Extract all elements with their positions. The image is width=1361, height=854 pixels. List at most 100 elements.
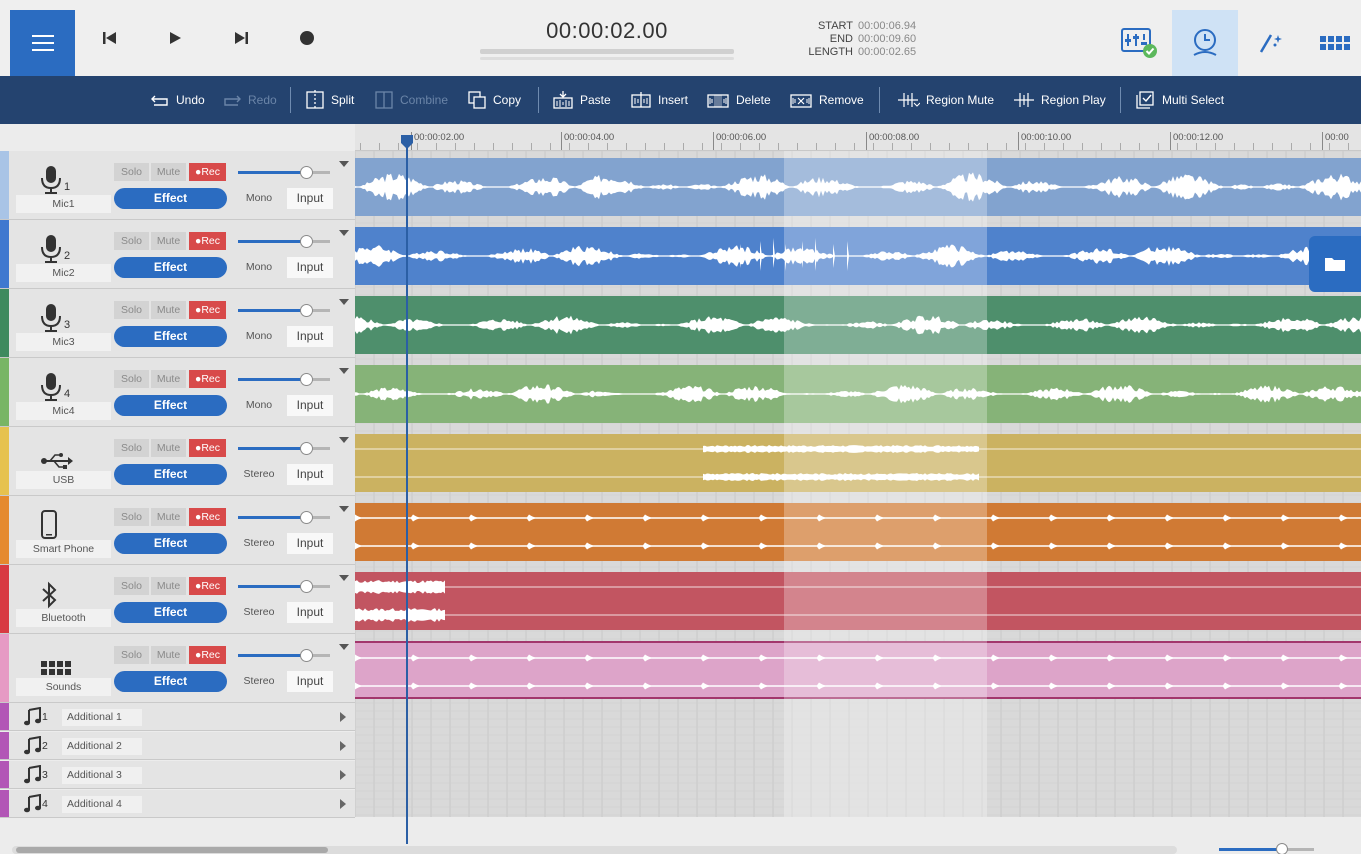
audio-clip[interactable] xyxy=(355,434,1361,492)
additional-track-name[interactable]: Additional 4 xyxy=(62,796,142,813)
expand-arrow-icon[interactable] xyxy=(340,770,346,780)
solo-button[interactable]: Solo xyxy=(114,163,149,181)
remove-button[interactable]: Remove xyxy=(789,76,864,124)
hamburger-menu-icon[interactable] xyxy=(10,10,75,76)
audio-clip[interactable] xyxy=(355,227,1361,285)
playhead-handle[interactable] xyxy=(401,135,413,149)
rec-button[interactable]: ●Rec xyxy=(189,301,226,319)
insert-button[interactable]: Insert xyxy=(630,76,688,124)
volume-fader[interactable] xyxy=(238,235,330,248)
track-name[interactable]: Sounds xyxy=(16,678,111,696)
skip-back-icon[interactable] xyxy=(98,26,122,50)
mute-button[interactable]: Mute xyxy=(151,646,186,664)
clock-icon[interactable] xyxy=(1172,10,1238,76)
solo-button[interactable]: Solo xyxy=(114,646,149,664)
volume-fader[interactable] xyxy=(238,166,330,179)
effect-button[interactable]: Effect xyxy=(114,671,227,692)
track-menu-dropdown-icon[interactable] xyxy=(339,575,349,581)
folder-icon[interactable] xyxy=(1309,236,1361,292)
track-name[interactable]: USB xyxy=(16,471,111,489)
track-lane-bluetooth[interactable] xyxy=(355,565,1361,634)
rec-button[interactable]: ●Rec xyxy=(189,163,226,181)
track-lane-sounds[interactable] xyxy=(355,634,1361,703)
input-button[interactable]: Input xyxy=(287,395,333,416)
track-menu-dropdown-icon[interactable] xyxy=(339,230,349,236)
volume-fader-knob[interactable] xyxy=(300,373,313,386)
input-button[interactable]: Input xyxy=(287,533,333,554)
solo-button[interactable]: Solo xyxy=(114,508,149,526)
effect-button[interactable]: Effect xyxy=(114,326,227,347)
volume-fader[interactable] xyxy=(238,442,330,455)
rec-button[interactable]: ●Rec xyxy=(189,508,226,526)
volume-fader[interactable] xyxy=(238,580,330,593)
input-button[interactable]: Input xyxy=(287,464,333,485)
track-lane-usb[interactable] xyxy=(355,427,1361,496)
volume-fader-knob[interactable] xyxy=(300,235,313,248)
mute-button[interactable]: Mute xyxy=(151,508,186,526)
volume-fader-knob[interactable] xyxy=(300,649,313,662)
additional-track-header[interactable]: 1 Additional 1 xyxy=(0,703,355,731)
effect-button[interactable]: Effect xyxy=(114,602,227,623)
input-button[interactable]: Input xyxy=(287,602,333,623)
rec-button[interactable]: ●Rec xyxy=(189,646,226,664)
track-lane-smart-phone[interactable] xyxy=(355,496,1361,565)
track-menu-dropdown-icon[interactable] xyxy=(339,368,349,374)
track-name[interactable]: Smart Phone xyxy=(16,540,111,558)
audio-clip[interactable] xyxy=(355,365,1361,423)
track-menu-dropdown-icon[interactable] xyxy=(339,437,349,443)
track-header-mic2[interactable]: 2 Mic2 Solo Mute ●Rec Effect Mono Input xyxy=(0,220,355,289)
additional-track-header[interactable]: 2 Additional 2 xyxy=(0,732,355,760)
skip-forward-icon[interactable] xyxy=(229,26,253,50)
track-menu-dropdown-icon[interactable] xyxy=(339,644,349,650)
track-menu-dropdown-icon[interactable] xyxy=(339,299,349,305)
track-lane-mic2[interactable] xyxy=(355,220,1361,289)
redo-button[interactable]: Redo xyxy=(222,76,277,124)
additional-track-name[interactable]: Additional 3 xyxy=(62,767,142,784)
effect-button[interactable]: Effect xyxy=(114,395,227,416)
audio-clip[interactable] xyxy=(355,296,1361,354)
zoom-slider-knob[interactable] xyxy=(1276,843,1288,854)
audio-clip[interactable] xyxy=(355,503,1361,561)
track-menu-dropdown-icon[interactable] xyxy=(339,161,349,167)
track-lane-mic3[interactable] xyxy=(355,289,1361,358)
volume-fader-knob[interactable] xyxy=(300,442,313,455)
record-icon[interactable] xyxy=(295,26,319,50)
region-mute-button[interactable]: Region Mute xyxy=(896,76,994,124)
additional-track-name[interactable]: Additional 1 xyxy=(62,709,142,726)
solo-button[interactable]: Solo xyxy=(114,232,149,250)
track-header-mic3[interactable]: 3 Mic3 Solo Mute ●Rec Effect Mono Input xyxy=(0,289,355,358)
volume-fader[interactable] xyxy=(238,649,330,662)
solo-button[interactable]: Solo xyxy=(114,370,149,388)
copy-button[interactable]: Copy xyxy=(467,76,521,124)
combine-button[interactable]: Combine xyxy=(374,76,448,124)
mixer-icon[interactable] xyxy=(1105,10,1171,76)
track-name[interactable]: Bluetooth xyxy=(16,609,111,627)
track-header-mic4[interactable]: 4 Mic4 Solo Mute ●Rec Effect Mono Input xyxy=(0,358,355,427)
paste-button[interactable]: Paste xyxy=(552,76,611,124)
multi-select-button[interactable]: Multi Select xyxy=(1134,76,1224,124)
magic-wand-icon[interactable] xyxy=(1238,10,1304,76)
expand-arrow-icon[interactable] xyxy=(340,799,346,809)
audio-clip[interactable] xyxy=(355,158,1361,216)
track-name[interactable]: Mic4 xyxy=(16,402,111,420)
track-name[interactable]: Mic1 xyxy=(16,195,111,213)
mute-button[interactable]: Mute xyxy=(151,301,186,319)
additional-track-header[interactable]: 4 Additional 4 xyxy=(0,790,355,818)
play-icon[interactable] xyxy=(163,26,187,50)
input-button[interactable]: Input xyxy=(287,671,333,692)
track-lane-mic4[interactable] xyxy=(355,358,1361,427)
mute-button[interactable]: Mute xyxy=(151,163,186,181)
track-name[interactable]: Mic2 xyxy=(16,264,111,282)
delete-button[interactable]: Delete xyxy=(706,76,771,124)
timeline-ruler[interactable]: 00:00:02.00 00:00:04.00 00:00:06.00 00:0… xyxy=(355,124,1361,151)
rec-button[interactable]: ●Rec xyxy=(189,370,226,388)
volume-fader-knob[interactable] xyxy=(300,166,313,179)
mute-button[interactable]: Mute xyxy=(151,370,186,388)
scrollbar-thumb[interactable] xyxy=(16,847,328,853)
volume-fader[interactable] xyxy=(238,304,330,317)
audio-clip[interactable] xyxy=(355,641,1361,699)
effect-button[interactable]: Effect xyxy=(114,464,227,485)
effect-button[interactable]: Effect xyxy=(114,257,227,278)
mute-button[interactable]: Mute xyxy=(151,439,186,457)
track-name[interactable]: Mic3 xyxy=(16,333,111,351)
